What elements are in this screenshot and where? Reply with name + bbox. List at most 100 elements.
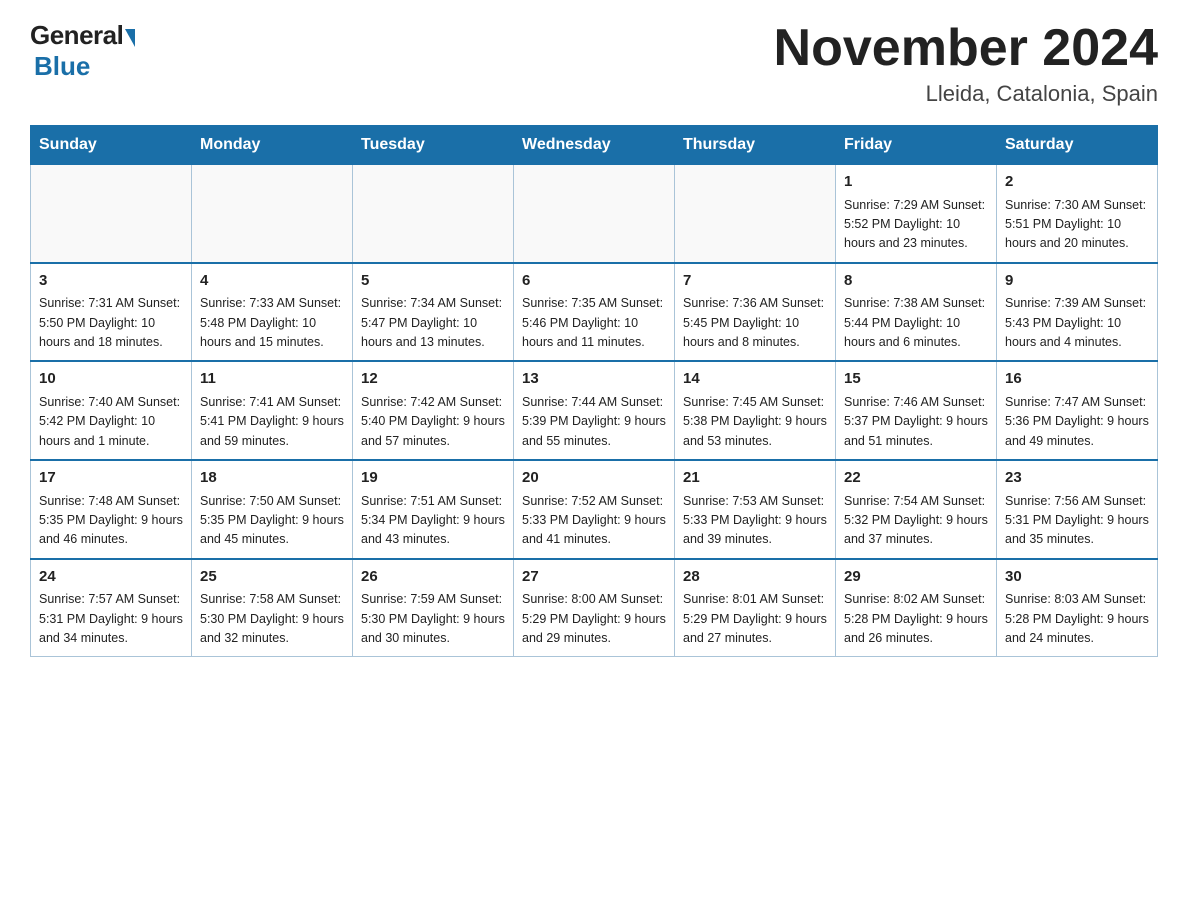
day-info: Sunrise: 7:54 AM Sunset: 5:32 PM Dayligh… <box>844 492 988 550</box>
day-number: 18 <box>200 467 344 490</box>
day-number: 19 <box>361 467 505 490</box>
calendar-cell: 7Sunrise: 7:36 AM Sunset: 5:45 PM Daylig… <box>675 263 836 362</box>
logo: General Blue <box>30 20 135 82</box>
weekday-header-saturday: Saturday <box>997 126 1158 165</box>
day-number: 11 <box>200 368 344 391</box>
weekday-header-monday: Monday <box>192 126 353 165</box>
calendar-cell: 24Sunrise: 7:57 AM Sunset: 5:31 PM Dayli… <box>31 559 192 657</box>
day-info: Sunrise: 7:50 AM Sunset: 5:35 PM Dayligh… <box>200 492 344 550</box>
calendar-cell <box>514 165 675 263</box>
day-number: 10 <box>39 368 183 391</box>
day-number: 29 <box>844 566 988 589</box>
day-number: 22 <box>844 467 988 490</box>
calendar-cell: 3Sunrise: 7:31 AM Sunset: 5:50 PM Daylig… <box>31 263 192 362</box>
calendar-cell: 28Sunrise: 8:01 AM Sunset: 5:29 PM Dayli… <box>675 559 836 657</box>
day-number: 15 <box>844 368 988 391</box>
calendar-cell: 29Sunrise: 8:02 AM Sunset: 5:28 PM Dayli… <box>836 559 997 657</box>
calendar-cell: 26Sunrise: 7:59 AM Sunset: 5:30 PM Dayli… <box>353 559 514 657</box>
calendar-cell <box>353 165 514 263</box>
weekday-header-wednesday: Wednesday <box>514 126 675 165</box>
day-number: 1 <box>844 171 988 194</box>
calendar-week-5: 24Sunrise: 7:57 AM Sunset: 5:31 PM Dayli… <box>31 559 1158 657</box>
calendar-table: SundayMondayTuesdayWednesdayThursdayFrid… <box>30 125 1158 657</box>
day-info: Sunrise: 7:41 AM Sunset: 5:41 PM Dayligh… <box>200 393 344 451</box>
month-title: November 2024 <box>774 20 1158 77</box>
day-info: Sunrise: 7:38 AM Sunset: 5:44 PM Dayligh… <box>844 294 988 352</box>
day-info: Sunrise: 7:57 AM Sunset: 5:31 PM Dayligh… <box>39 590 183 648</box>
day-number: 17 <box>39 467 183 490</box>
day-info: Sunrise: 7:45 AM Sunset: 5:38 PM Dayligh… <box>683 393 827 451</box>
day-number: 5 <box>361 270 505 293</box>
calendar-cell: 1Sunrise: 7:29 AM Sunset: 5:52 PM Daylig… <box>836 165 997 263</box>
day-number: 4 <box>200 270 344 293</box>
day-number: 8 <box>844 270 988 293</box>
day-number: 6 <box>522 270 666 293</box>
calendar-cell: 22Sunrise: 7:54 AM Sunset: 5:32 PM Dayli… <box>836 460 997 559</box>
calendar-week-2: 3Sunrise: 7:31 AM Sunset: 5:50 PM Daylig… <box>31 263 1158 362</box>
day-info: Sunrise: 7:30 AM Sunset: 5:51 PM Dayligh… <box>1005 196 1149 254</box>
calendar-week-3: 10Sunrise: 7:40 AM Sunset: 5:42 PM Dayli… <box>31 361 1158 460</box>
day-number: 28 <box>683 566 827 589</box>
weekday-header-friday: Friday <box>836 126 997 165</box>
calendar-cell: 13Sunrise: 7:44 AM Sunset: 5:39 PM Dayli… <box>514 361 675 460</box>
day-info: Sunrise: 7:47 AM Sunset: 5:36 PM Dayligh… <box>1005 393 1149 451</box>
calendar-cell: 21Sunrise: 7:53 AM Sunset: 5:33 PM Dayli… <box>675 460 836 559</box>
calendar-cell: 4Sunrise: 7:33 AM Sunset: 5:48 PM Daylig… <box>192 263 353 362</box>
calendar-cell: 17Sunrise: 7:48 AM Sunset: 5:35 PM Dayli… <box>31 460 192 559</box>
day-number: 16 <box>1005 368 1149 391</box>
calendar-week-1: 1Sunrise: 7:29 AM Sunset: 5:52 PM Daylig… <box>31 165 1158 263</box>
day-info: Sunrise: 8:00 AM Sunset: 5:29 PM Dayligh… <box>522 590 666 648</box>
calendar-cell <box>192 165 353 263</box>
calendar-cell: 23Sunrise: 7:56 AM Sunset: 5:31 PM Dayli… <box>997 460 1158 559</box>
weekday-header-row: SundayMondayTuesdayWednesdayThursdayFrid… <box>31 126 1158 165</box>
day-number: 26 <box>361 566 505 589</box>
day-info: Sunrise: 7:52 AM Sunset: 5:33 PM Dayligh… <box>522 492 666 550</box>
weekday-header-thursday: Thursday <box>675 126 836 165</box>
day-number: 27 <box>522 566 666 589</box>
calendar-cell: 14Sunrise: 7:45 AM Sunset: 5:38 PM Dayli… <box>675 361 836 460</box>
day-number: 13 <box>522 368 666 391</box>
day-info: Sunrise: 8:03 AM Sunset: 5:28 PM Dayligh… <box>1005 590 1149 648</box>
page-header: General Blue November 2024 Lleida, Catal… <box>30 20 1158 107</box>
day-number: 20 <box>522 467 666 490</box>
logo-triangle-icon <box>125 29 135 47</box>
calendar-cell: 27Sunrise: 8:00 AM Sunset: 5:29 PM Dayli… <box>514 559 675 657</box>
day-info: Sunrise: 7:58 AM Sunset: 5:30 PM Dayligh… <box>200 590 344 648</box>
day-info: Sunrise: 7:33 AM Sunset: 5:48 PM Dayligh… <box>200 294 344 352</box>
day-number: 21 <box>683 467 827 490</box>
day-info: Sunrise: 7:39 AM Sunset: 5:43 PM Dayligh… <box>1005 294 1149 352</box>
weekday-header-sunday: Sunday <box>31 126 192 165</box>
day-number: 14 <box>683 368 827 391</box>
day-number: 3 <box>39 270 183 293</box>
calendar-cell: 6Sunrise: 7:35 AM Sunset: 5:46 PM Daylig… <box>514 263 675 362</box>
calendar-cell: 19Sunrise: 7:51 AM Sunset: 5:34 PM Dayli… <box>353 460 514 559</box>
day-info: Sunrise: 8:02 AM Sunset: 5:28 PM Dayligh… <box>844 590 988 648</box>
day-number: 23 <box>1005 467 1149 490</box>
logo-blue-text: Blue <box>34 51 90 82</box>
day-number: 24 <box>39 566 183 589</box>
calendar-cell: 30Sunrise: 8:03 AM Sunset: 5:28 PM Dayli… <box>997 559 1158 657</box>
day-number: 7 <box>683 270 827 293</box>
day-info: Sunrise: 7:46 AM Sunset: 5:37 PM Dayligh… <box>844 393 988 451</box>
calendar-cell <box>675 165 836 263</box>
day-info: Sunrise: 7:53 AM Sunset: 5:33 PM Dayligh… <box>683 492 827 550</box>
calendar-cell: 18Sunrise: 7:50 AM Sunset: 5:35 PM Dayli… <box>192 460 353 559</box>
calendar-cell: 9Sunrise: 7:39 AM Sunset: 5:43 PM Daylig… <box>997 263 1158 362</box>
day-number: 30 <box>1005 566 1149 589</box>
day-info: Sunrise: 7:48 AM Sunset: 5:35 PM Dayligh… <box>39 492 183 550</box>
calendar-week-4: 17Sunrise: 7:48 AM Sunset: 5:35 PM Dayli… <box>31 460 1158 559</box>
day-number: 25 <box>200 566 344 589</box>
day-info: Sunrise: 7:34 AM Sunset: 5:47 PM Dayligh… <box>361 294 505 352</box>
day-info: Sunrise: 7:40 AM Sunset: 5:42 PM Dayligh… <box>39 393 183 451</box>
day-number: 12 <box>361 368 505 391</box>
day-info: Sunrise: 7:56 AM Sunset: 5:31 PM Dayligh… <box>1005 492 1149 550</box>
day-info: Sunrise: 7:29 AM Sunset: 5:52 PM Dayligh… <box>844 196 988 254</box>
calendar-cell: 25Sunrise: 7:58 AM Sunset: 5:30 PM Dayli… <box>192 559 353 657</box>
calendar-cell: 8Sunrise: 7:38 AM Sunset: 5:44 PM Daylig… <box>836 263 997 362</box>
day-info: Sunrise: 7:59 AM Sunset: 5:30 PM Dayligh… <box>361 590 505 648</box>
calendar-cell: 11Sunrise: 7:41 AM Sunset: 5:41 PM Dayli… <box>192 361 353 460</box>
day-number: 2 <box>1005 171 1149 194</box>
calendar-cell: 10Sunrise: 7:40 AM Sunset: 5:42 PM Dayli… <box>31 361 192 460</box>
logo-general-text: General <box>30 20 123 51</box>
calendar-cell: 5Sunrise: 7:34 AM Sunset: 5:47 PM Daylig… <box>353 263 514 362</box>
